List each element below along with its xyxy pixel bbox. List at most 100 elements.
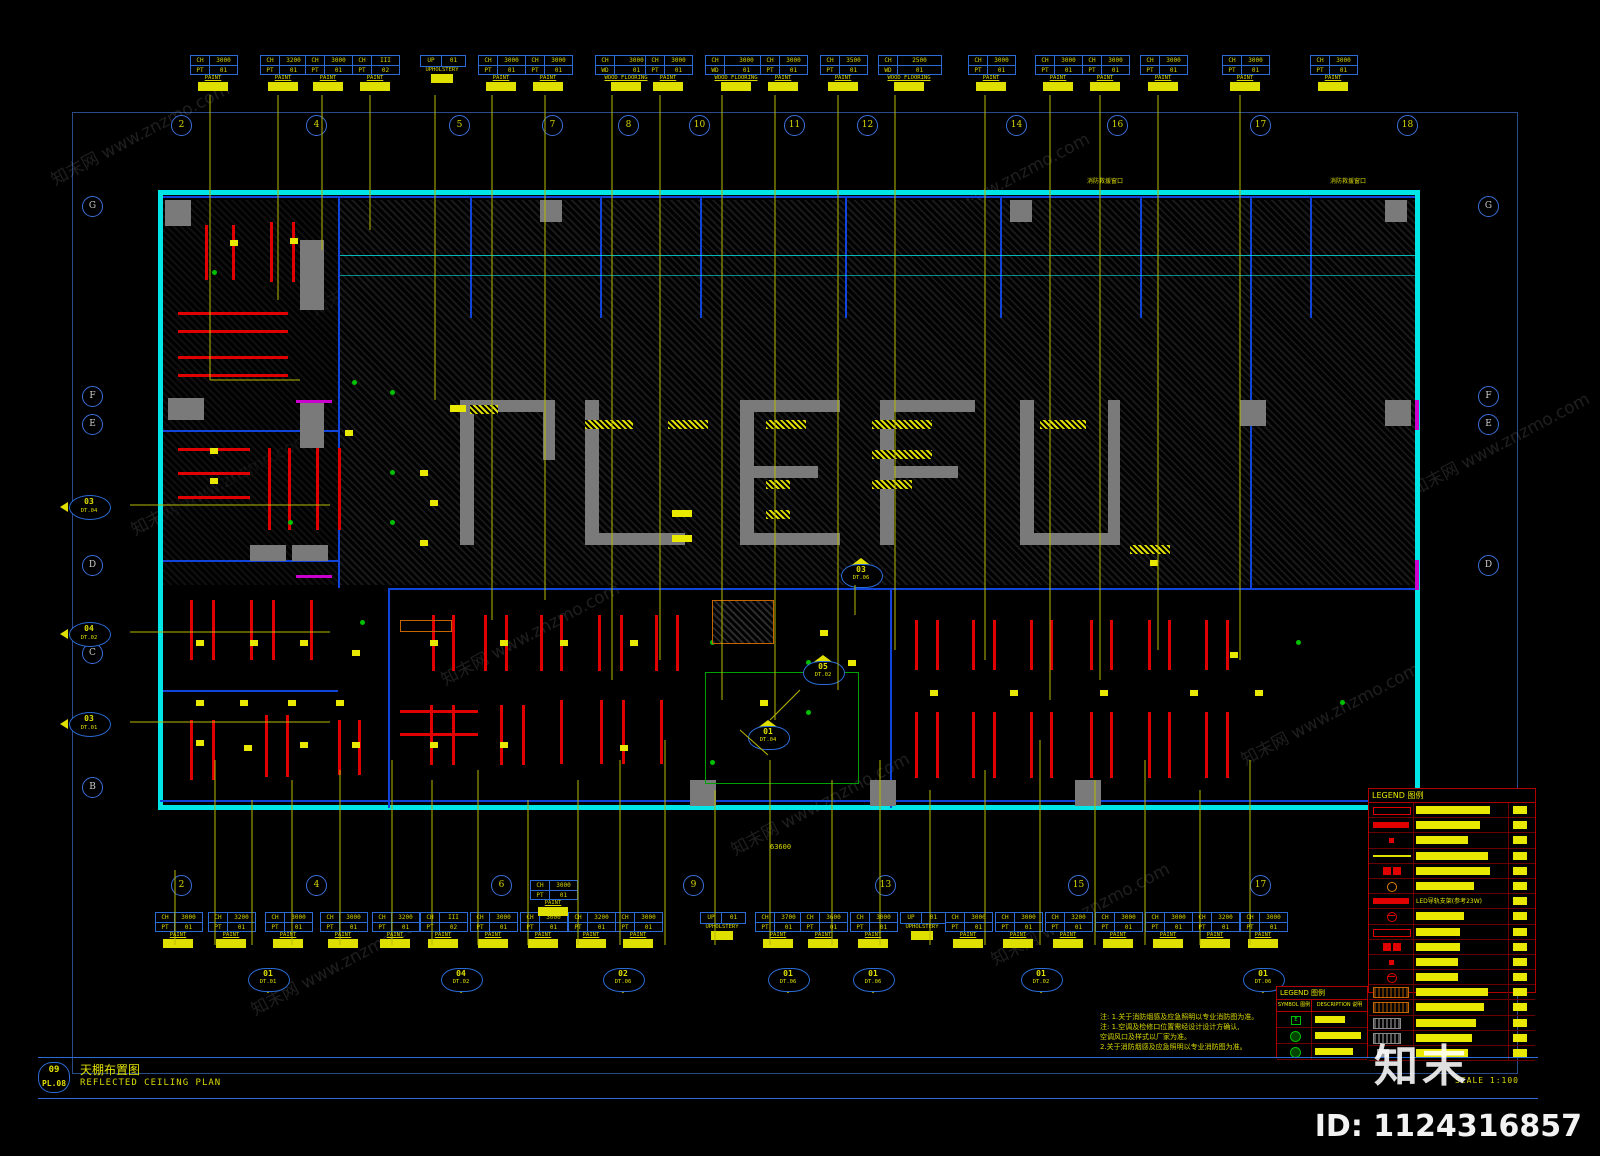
ceiling-edge bbox=[1415, 400, 1419, 430]
ceiling-tag-finish: PAINT bbox=[386, 932, 404, 938]
legend-tail-bar bbox=[1513, 942, 1527, 951]
ceiling-tag-top-8: CH 3000 PT 01 PAINT bbox=[645, 55, 693, 91]
ceiling-tag-material-no: 01 bbox=[392, 922, 419, 931]
legend-tail-bar bbox=[1513, 1003, 1527, 1012]
ceiling-tag-top-10: CH 3000 PT 01 PAINT bbox=[760, 55, 808, 91]
bulkhead bbox=[168, 398, 204, 420]
ceiling-tag-height-row: CH 3000 bbox=[1096, 913, 1142, 922]
ceiling-tag-finish: UPHOLSTERY bbox=[905, 924, 939, 930]
ceiling-tag-value: 3000 bbox=[551, 57, 566, 64]
grid-bubble-bottom-4: 4 bbox=[306, 875, 327, 896]
ceiling-tag-finish: PAINT bbox=[1059, 932, 1077, 938]
linear-light bbox=[598, 615, 601, 671]
partition bbox=[388, 588, 390, 808]
detail-marker-sheet: DT.02 bbox=[452, 979, 470, 985]
ceiling-tag-top-1: CH 3200 PT 01 PAINT bbox=[260, 55, 308, 91]
ceiling-tag-top-6: CH 3000 PT 01 PAINT bbox=[525, 55, 573, 91]
ceiling-tag-code: CH bbox=[1083, 56, 1102, 65]
ceiling-tag-value: 3000 bbox=[1336, 57, 1351, 64]
linear-light bbox=[338, 720, 341, 775]
legend-small-col-desc: DESCRIPTION 说明 bbox=[1316, 1002, 1363, 1008]
smoke-detector-icon bbox=[288, 520, 293, 525]
ceiling-tag-finish: PAINT bbox=[1254, 932, 1272, 938]
linear-light bbox=[265, 715, 268, 777]
ceiling-tag-blob bbox=[828, 82, 858, 91]
ceiling-tag-height-row: CH 3700 bbox=[756, 913, 802, 922]
title-rule-top bbox=[38, 1057, 1538, 1058]
ceiling-tag-material-row: WD 01 bbox=[706, 65, 768, 74]
ceiling-tag-blob bbox=[380, 939, 410, 948]
ceiling-tag-material-no: 01 bbox=[175, 922, 202, 931]
legend-description-bar bbox=[1416, 973, 1458, 982]
ceiling-tag-bottom-7: CH 3000 PT 01 PAINT bbox=[520, 912, 568, 948]
ceiling-tag-material-no: 01 bbox=[1330, 65, 1357, 74]
ceiling-tag-box: CH 3000 PT 01 bbox=[760, 55, 808, 75]
ceiling-tag-material: PT bbox=[616, 922, 635, 931]
note-line: 注: 1.空调及检修口位置需经设计设计方确认, bbox=[1100, 1023, 1240, 1031]
legend-symbol-linear-red2 bbox=[1369, 894, 1414, 909]
ceiling-tag-blob bbox=[763, 939, 793, 948]
ceiling-tag-box: CH 3000 PT 01 bbox=[1222, 55, 1270, 75]
ceiling-tag-blob bbox=[198, 82, 228, 91]
linear-light bbox=[400, 733, 478, 736]
ceiling-tag-material-no: 01 bbox=[780, 65, 807, 74]
legend-symbol-spot-small bbox=[1369, 833, 1414, 848]
legend-description-bar bbox=[1416, 1003, 1484, 1012]
downlight bbox=[352, 742, 360, 748]
ceiling-tag-material-row: PT 01 bbox=[569, 922, 615, 931]
ceiling-tag-value: 3000 bbox=[504, 57, 519, 64]
light-cove bbox=[872, 480, 912, 489]
ceiling-tag-finish: PAINT bbox=[434, 932, 452, 938]
ceiling-tag-material: PT bbox=[353, 65, 372, 74]
linear-light bbox=[1110, 620, 1113, 670]
ceiling-tag-material: PT bbox=[191, 65, 210, 74]
ceiling-tag-box: CH 3000 PT 01 bbox=[478, 55, 526, 75]
ceiling-tag-value: 3000 bbox=[1266, 914, 1281, 921]
grid-bubble-top-17: 17 bbox=[1250, 115, 1271, 136]
ceiling-tag-blob bbox=[328, 939, 358, 948]
wall-top-inner bbox=[158, 196, 1420, 198]
legend-description bbox=[1414, 1015, 1509, 1030]
light-cove bbox=[872, 450, 932, 459]
ceiling-tag-box: CH 3000 PT 01 bbox=[850, 912, 898, 932]
ceiling-tag-code: CH bbox=[596, 56, 615, 65]
linear-light bbox=[232, 225, 235, 280]
legend-row bbox=[1369, 909, 1535, 925]
legend-tail bbox=[1509, 864, 1535, 878]
legend-description-bar bbox=[1416, 806, 1490, 814]
ceiling-tag-finish: PAINT bbox=[1154, 75, 1172, 81]
ceiling-tag-material-no: 01 bbox=[1115, 922, 1142, 931]
legend-symbol-linear-red bbox=[1369, 818, 1414, 833]
ceiling-tag-top-3: CH III PT 02 PAINT bbox=[352, 55, 400, 91]
linear-light bbox=[540, 615, 543, 671]
partition bbox=[163, 690, 338, 692]
ceiling-tag-box: CH 3500 PT 01 bbox=[820, 55, 868, 75]
linear-light bbox=[993, 620, 996, 670]
ceiling-tag-bottom-0: CH 3000 PT 01 PAINT bbox=[155, 912, 203, 948]
ceiling-tag-value: III bbox=[380, 57, 391, 64]
ceiling-tag-bottom-10: UP 01 UPHOLSTERY bbox=[700, 912, 746, 940]
ceiling-tag-material-row: PT 01 bbox=[801, 922, 847, 931]
ceiling-tag-box: CH III PT 02 bbox=[352, 55, 400, 75]
ceiling-tag-material-no: 01 bbox=[898, 65, 941, 74]
ceiling-tag-value: 3200 bbox=[286, 57, 301, 64]
ceiling-tag-material-row: PT 01 bbox=[521, 922, 567, 931]
ceiling-tag-code: CH bbox=[531, 881, 550, 890]
legend-tail-bar bbox=[1513, 1049, 1527, 1057]
ceiling-tag-material: WD bbox=[706, 65, 725, 74]
ceiling-tag-blob bbox=[538, 907, 568, 916]
ceiling-tag-box: CH 3000 PT 01 bbox=[1095, 912, 1143, 932]
ceiling-tag-finish: PAINT bbox=[222, 932, 240, 938]
ceiling-tag-value: 2500 bbox=[912, 57, 927, 64]
ceiling-tag-bottom-20: CH 3200 PT 01 PAINT bbox=[1192, 912, 1240, 948]
legend-tail-bar bbox=[1513, 836, 1527, 845]
ceiling-tag-material: PT bbox=[996, 922, 1015, 931]
grid-bubble-bottom-15: 15 bbox=[1068, 875, 1089, 896]
downlight bbox=[210, 448, 218, 454]
ceiling-tag-value: 3000 bbox=[1248, 57, 1263, 64]
partition bbox=[890, 588, 892, 808]
ceiling-tag-material: PT bbox=[373, 922, 392, 931]
legend-description-bar bbox=[1416, 851, 1488, 860]
ceiling-tag-height-row: CH 3000 bbox=[321, 913, 367, 922]
ceiling-tag-material: PT bbox=[321, 922, 340, 931]
